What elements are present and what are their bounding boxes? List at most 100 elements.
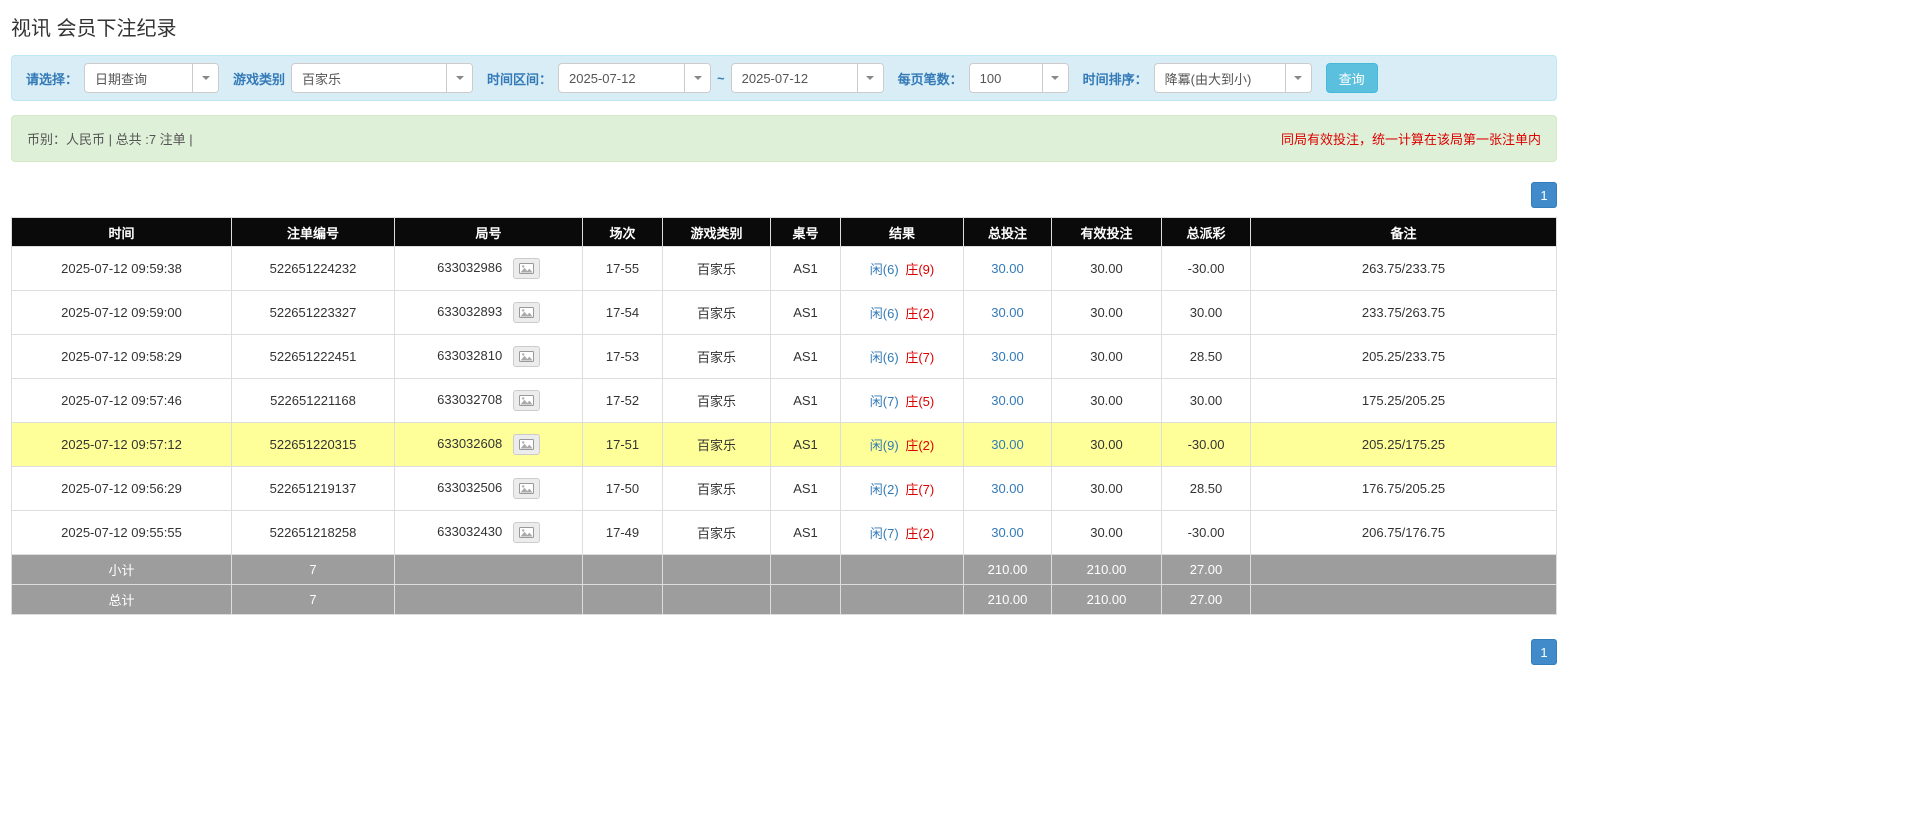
total-label: 总计: [11, 584, 232, 615]
result-player: 闲(2): [869, 482, 899, 497]
cell-remark: 206.75/176.75: [1250, 510, 1557, 555]
col-header-payout: 总派彩: [1161, 217, 1251, 247]
subtotal-empty-cell: [662, 554, 771, 585]
result-banker: 庄(2): [905, 438, 935, 453]
total-bet-link[interactable]: 30.00: [991, 525, 1024, 540]
cell-table-no: AS1: [770, 422, 841, 467]
query-type-value: 日期查询: [95, 71, 148, 87]
table-body: 2025-07-12 09:59:38 522651224232 6330329…: [11, 246, 1557, 555]
result-banker: 庄(9): [905, 262, 935, 277]
cell-game-type: 百家乐: [662, 378, 771, 423]
cell-bet-id: 522651220315: [231, 422, 395, 467]
chevron-down-icon[interactable]: [192, 64, 219, 92]
cell-session: 17-49: [582, 510, 663, 555]
cell-total-bet: 30.00: [963, 422, 1052, 467]
cell-result: 闲(7) 庄(5): [840, 378, 964, 423]
total-payout: 27.00: [1161, 584, 1251, 615]
view-result-image-button[interactable]: [512, 522, 540, 543]
total-bet-link[interactable]: 30.00: [991, 349, 1024, 364]
total-bet-link[interactable]: 30.00: [991, 305, 1024, 320]
page-1-button[interactable]: 1: [1531, 182, 1557, 208]
cell-total-bet: 30.00: [963, 290, 1052, 335]
chevron-down-icon[interactable]: [446, 64, 473, 92]
chevron-down-icon[interactable]: [1284, 64, 1311, 92]
cell-time: 2025-07-12 09:55:55: [11, 510, 232, 555]
subtotal-empty-cell: [582, 554, 663, 585]
cell-round-id: 633032708: [394, 378, 583, 423]
cell-game-type: 百家乐: [662, 422, 771, 467]
round-id-text: 633032810: [437, 347, 503, 363]
picture-icon: [518, 483, 534, 494]
view-result-image-button[interactable]: [512, 346, 540, 367]
cell-session: 17-54: [582, 290, 663, 335]
search-button[interactable]: 查询: [1325, 63, 1378, 93]
view-result-image-button[interactable]: [512, 478, 540, 499]
cell-round-id: 633032893: [394, 290, 583, 335]
cell-result: 闲(2) 庄(7): [840, 466, 964, 511]
date-to-select[interactable]: 2025-07-12: [730, 63, 884, 93]
cell-valid-bet: 30.00: [1051, 290, 1162, 335]
cell-table-no: AS1: [770, 246, 841, 291]
valid-bet-notice: 同局有效投注，统一计算在该局第一张注单内: [1280, 132, 1541, 147]
cell-session: 17-50: [582, 466, 663, 511]
total-count: 7: [231, 584, 395, 615]
cell-table-no: AS1: [770, 290, 841, 335]
view-result-image-button[interactable]: [512, 390, 540, 411]
cell-bet-id: 522651218258: [231, 510, 395, 555]
result-banker: 庄(2): [905, 306, 935, 321]
page-1-button[interactable]: 1: [1531, 639, 1557, 665]
query-type-label: 请选择：: [26, 71, 79, 87]
cell-result: 闲(6) 庄(7): [840, 334, 964, 379]
col-header-valid-bet: 有效投注: [1051, 217, 1162, 247]
round-id-text: 633032506: [437, 479, 503, 495]
time-sort-value: 降冪(由大到小): [1164, 71, 1252, 87]
cell-game-type: 百家乐: [662, 466, 771, 511]
total-bet-link[interactable]: 30.00: [991, 437, 1024, 452]
subtotal-empty-cell: [394, 554, 583, 585]
cell-payout: -30.00: [1161, 422, 1251, 467]
cell-total-bet: 30.00: [963, 510, 1052, 555]
view-result-image-button[interactable]: [512, 258, 540, 279]
round-id-text: 633032430: [437, 523, 503, 539]
total-row: 总计 7 210.00 210.00 27.00: [11, 584, 1557, 615]
chevron-down-icon[interactable]: [684, 64, 711, 92]
view-result-image-button[interactable]: [512, 302, 540, 323]
total-bet-link[interactable]: 30.00: [991, 481, 1024, 496]
round-id-text: 633032893: [437, 303, 503, 319]
date-from-select[interactable]: 2025-07-12: [558, 63, 712, 93]
cell-round-id: 633032986: [394, 246, 583, 291]
chevron-down-icon[interactable]: [1041, 64, 1068, 92]
total-bet-link[interactable]: 30.00: [991, 393, 1024, 408]
cell-game-type: 百家乐: [662, 246, 771, 291]
picture-icon: [518, 395, 534, 406]
cell-payout: -30.00: [1161, 246, 1251, 291]
range-separator: ~: [717, 70, 725, 86]
cell-round-id: 633032430: [394, 510, 583, 555]
cell-valid-bet: 30.00: [1051, 378, 1162, 423]
cell-result: 闲(7) 庄(2): [840, 510, 964, 555]
cell-remark: 263.75/233.75: [1250, 246, 1557, 291]
cell-remark: 233.75/263.75: [1250, 290, 1557, 335]
total-empty-cell: [840, 584, 964, 615]
chevron-down-icon[interactable]: [856, 64, 883, 92]
subtotal-valid-bet: 210.00: [1051, 554, 1162, 585]
cell-payout: 28.50: [1161, 466, 1251, 511]
game-type-select[interactable]: 百家乐: [291, 63, 474, 93]
cell-time: 2025-07-12 09:57:12: [11, 422, 232, 467]
page-size-select[interactable]: 100: [968, 63, 1069, 93]
col-header-game-type: 游戏类别: [662, 217, 771, 247]
time-sort-select[interactable]: 降冪(由大到小): [1153, 63, 1312, 93]
cell-table-no: AS1: [770, 378, 841, 423]
table-row: 2025-07-12 09:59:00 522651223327 6330328…: [11, 290, 1557, 335]
result-player: 闲(6): [869, 350, 899, 365]
picture-icon: [518, 263, 534, 274]
cell-result: 闲(6) 庄(2): [840, 290, 964, 335]
total-bet-link[interactable]: 30.00: [991, 261, 1024, 276]
cell-game-type: 百家乐: [662, 334, 771, 379]
cell-game-type: 百家乐: [662, 510, 771, 555]
page-container: 视讯 会员下注纪录 请选择： 日期查询 游戏类别 百家乐 时间区间： 2025-…: [11, 0, 1557, 665]
view-result-image-button[interactable]: [512, 434, 540, 455]
query-type-select[interactable]: 日期查询: [84, 63, 220, 93]
cell-round-id: 633032608: [394, 422, 583, 467]
picture-icon: [518, 527, 534, 538]
